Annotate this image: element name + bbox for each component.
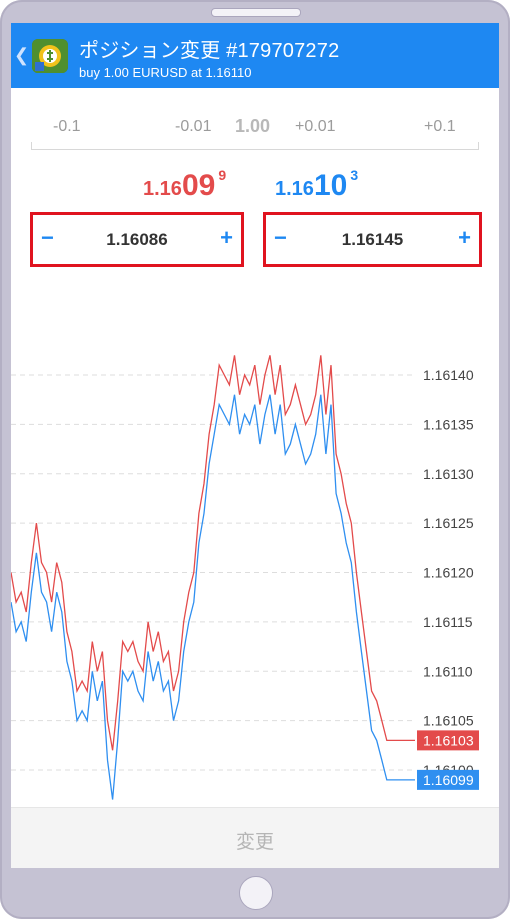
y-tick-label: 1.16115 [423, 614, 473, 630]
volume-minus-large-button[interactable]: -0.1 [53, 118, 81, 136]
y-tick-label: 1.16140 [423, 367, 474, 383]
volume-selector: -0.1 -0.01 1.00 +0.01 +0.1 [31, 113, 479, 150]
metatrader-app-icon [32, 39, 68, 73]
y-tick-label: 1.16130 [423, 466, 474, 482]
bid-series-line [11, 355, 397, 751]
volume-plus-large-button[interactable]: +0.1 [424, 118, 456, 136]
bid-price-prefix: 1.16 [143, 178, 182, 200]
ask-last-price-label: 1.16099 [423, 772, 474, 788]
app-screen: ❮ ポジション変更 #179707272 buy 1.00 EURUSD at … [11, 23, 499, 868]
ask-series-line [11, 394, 397, 800]
y-tick-label: 1.16105 [423, 713, 474, 729]
price-chart: 1.16140 1.16135 1.16130 1.16125 1.16120 1.161… [11, 355, 479, 800]
y-tick-label: 1.16120 [423, 565, 474, 581]
take-profit-value[interactable]: 1.16145 [266, 230, 479, 250]
page-title: ポジション変更 #179707272 [79, 40, 340, 62]
bid-quote: 1.1609 9 [143, 167, 227, 203]
y-tick-label: 1.16125 [423, 515, 474, 531]
bid-price-fraction: 9 [218, 167, 227, 183]
ask-quote: 1.1610 3 [275, 167, 359, 203]
volume-minus-small-button[interactable]: -0.01 [175, 118, 211, 136]
volume-scale-right-tick [478, 142, 479, 150]
ask-price-prefix: 1.16 [275, 178, 314, 200]
bid-last-price-label: 1.16103 [423, 732, 474, 748]
device-frame: ❮ ポジション変更 #179707272 buy 1.00 EURUSD at … [0, 0, 510, 919]
volume-current-value: 1.00 [235, 116, 271, 136]
take-profit-increase-button[interactable]: + [458, 225, 471, 251]
take-profit-stepper: − 1.16145 + [263, 212, 482, 267]
position-subtitle: buy 1.00 EURUSD at 1.16110 [79, 65, 252, 80]
modify-button[interactable]: 変更 [11, 827, 499, 854]
footer-bar: 変更 [11, 807, 499, 868]
ask-price-fraction: 3 [350, 167, 359, 183]
volume-scale-left-tick [31, 142, 32, 150]
stop-loss-stepper: − 1.16086 + [30, 212, 244, 267]
ask-price-pips: 10 [313, 169, 348, 202]
volume-plus-small-button[interactable]: +0.01 [295, 118, 335, 136]
bid-price-pips: 09 [181, 169, 216, 202]
app-header: ❮ ポジション変更 #179707272 buy 1.00 EURUSD at … [11, 23, 499, 88]
speaker-grille [211, 8, 301, 17]
home-button[interactable] [239, 876, 273, 910]
y-tick-label: 1.16110 [423, 663, 473, 679]
y-tick-label: 1.16135 [423, 416, 474, 432]
back-chevron-icon[interactable]: ❮ [14, 45, 29, 66]
stop-loss-increase-button[interactable]: + [220, 225, 233, 251]
stop-loss-value[interactable]: 1.16086 [33, 230, 241, 250]
